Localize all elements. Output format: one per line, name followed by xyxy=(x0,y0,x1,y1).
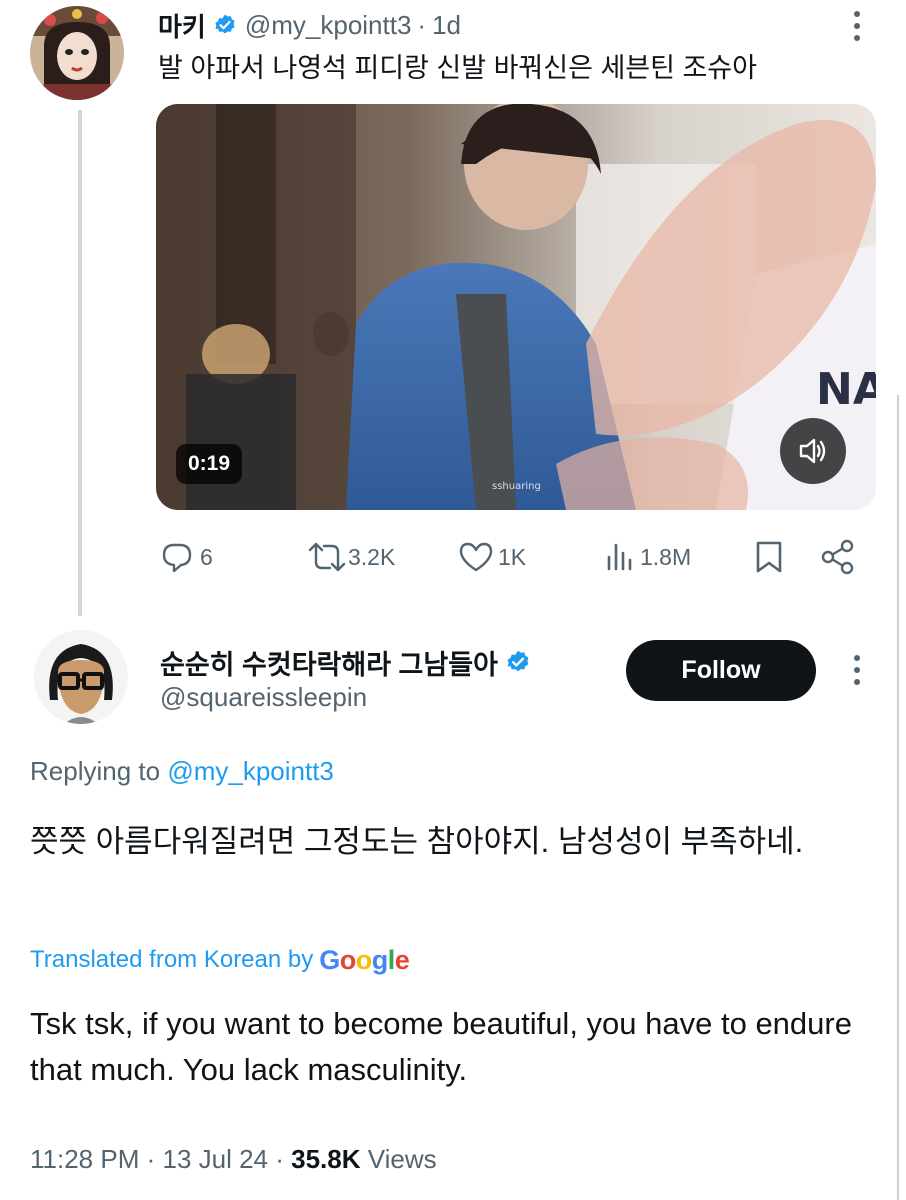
parent-tweet-text: 발 아파서 나영석 피디랑 신발 바꿔신은 세븐틴 조슈아 xyxy=(158,53,757,83)
separator-dot: · xyxy=(146,1144,163,1174)
reply-avatar-image xyxy=(34,630,128,724)
reply-handle[interactable]: @squareissleepin xyxy=(160,682,367,713)
reply-date[interactable]: 13 Jul 24 xyxy=(162,1144,268,1174)
share-icon xyxy=(821,539,854,575)
repost-button[interactable]: 3.2K xyxy=(308,534,395,580)
repost-count: 3.2K xyxy=(348,543,396,570)
reply-meta: 11:28 PM · 13 Jul 24 · 35.8K Views xyxy=(30,1144,437,1175)
reply-avatar[interactable] xyxy=(34,630,128,724)
parent-timestamp[interactable]: 1d xyxy=(432,10,461,41)
parent-avatar[interactable] xyxy=(30,6,124,100)
parent-display-name[interactable]: 마키 xyxy=(158,7,206,44)
reply-icon xyxy=(162,543,192,573)
parent-avatar-image xyxy=(30,6,124,100)
bookmark-icon xyxy=(756,541,782,573)
thread-connector-line xyxy=(78,110,82,616)
separator-dot: · xyxy=(275,1144,292,1174)
reply-tweet-text: 쯧쯧 아름다워질려면 그정도는 참아야지. 남성성이 부족하네. xyxy=(30,824,804,859)
volume-button[interactable] xyxy=(780,418,846,484)
reply-count: 6 xyxy=(200,543,213,570)
translated-label: Translated from Korean by xyxy=(30,946,314,973)
translated-text: Tsk tsk, if you want to become beautiful… xyxy=(30,1006,852,1087)
parent-action-bar: 6 3.2K 1K 1.8M xyxy=(160,534,860,580)
video-duration-badge: 0:19 xyxy=(176,444,243,484)
verified-badge-icon xyxy=(507,650,529,672)
like-icon xyxy=(459,542,493,572)
reply-views-label: Views xyxy=(367,1144,437,1174)
video-frame: NA xyxy=(156,104,876,510)
more-icon[interactable] xyxy=(846,652,868,688)
volume-icon xyxy=(799,438,826,464)
like-count: 1K xyxy=(498,543,527,570)
reply-views-count: 35.8K xyxy=(291,1144,361,1174)
separator-dot: · xyxy=(417,9,427,40)
translation-attribution[interactable]: Translated from Korean by Google xyxy=(30,941,410,979)
replying-to-handle-link[interactable]: @my_kpointt3 xyxy=(167,756,334,786)
google-logo: Google xyxy=(319,944,410,975)
reply-time[interactable]: 11:28 PM xyxy=(30,1144,139,1174)
video-watermark: sshuaring xyxy=(492,481,541,492)
like-button[interactable]: 1K xyxy=(458,534,526,580)
share-button[interactable] xyxy=(820,534,856,580)
replying-to-label: Replying to xyxy=(30,756,161,786)
bookmark-button[interactable] xyxy=(754,534,784,580)
views-count: 1.8M xyxy=(640,543,692,570)
repost-icon xyxy=(308,542,346,572)
replying-to-line: Replying to @my_kpointt3 xyxy=(30,756,334,787)
follow-button[interactable]: Follow xyxy=(626,640,816,701)
svg-text:NA: NA xyxy=(816,364,876,415)
views-icon xyxy=(607,543,632,571)
reply-button[interactable]: 6 xyxy=(160,534,213,580)
more-icon[interactable] xyxy=(846,8,868,44)
scrollbar[interactable] xyxy=(897,395,899,1200)
reply-name-row: 순순히 수컷타락해라 그남들아 xyxy=(160,644,539,680)
parent-tweet-header: 마키 @my_kpointt3 · 1d xyxy=(158,8,461,42)
views-button[interactable]: 1.8M xyxy=(604,534,691,580)
verified-badge-icon xyxy=(215,14,235,34)
reply-display-name[interactable]: 순순히 수컷타락해라 그남들아 xyxy=(160,643,498,682)
parent-handle[interactable]: @my_kpointt3 xyxy=(245,10,412,41)
video-player[interactable]: NA 0:19 sshuaring xyxy=(156,104,876,510)
